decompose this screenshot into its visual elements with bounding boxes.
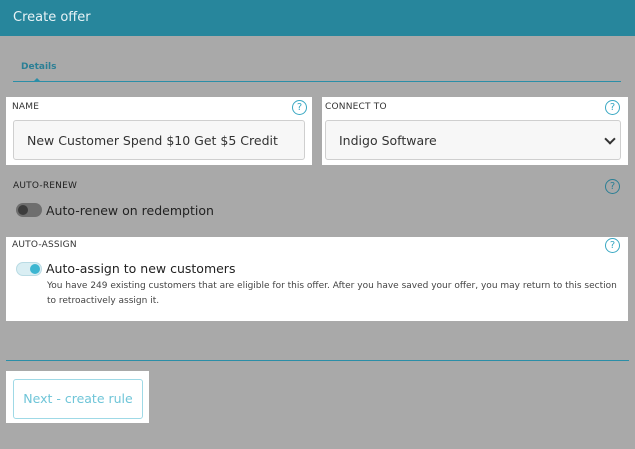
name-input-value: New Customer Spend $10 Get $5 Credit [27,133,278,148]
connect-select[interactable]: Indigo Software [325,120,621,160]
auto-renew-help-icon[interactable]: ? [605,179,620,194]
name-help-icon[interactable]: ? [292,100,307,115]
active-tab-indicator [33,78,41,82]
next-create-rule-button[interactable]: Next - create rule [13,379,143,419]
toggle-knob [30,264,40,274]
page-header: Create offer [0,0,635,36]
auto-renew-toggle[interactable] [16,203,42,217]
name-panel: NAME ? New Customer Spend $10 Get $5 Cre… [6,97,312,165]
tab-bar: Details [13,52,621,82]
toggle-knob [18,205,28,215]
auto-renew-toggle-label: Auto-renew on redemption [46,203,214,218]
name-input[interactable]: New Customer Spend $10 Get $5 Credit [13,120,305,160]
auto-assign-help-icon[interactable]: ? [605,238,620,253]
connect-panel: CONNECT TO ? Indigo Software [322,97,628,165]
auto-assign-toggle-label: Auto-assign to new customers [46,261,236,276]
connect-help-icon[interactable]: ? [605,100,620,115]
connect-label: CONNECT TO [325,102,387,112]
chevron-down-icon [604,133,616,145]
footer-divider [6,360,629,361]
page-title: Create offer [13,10,91,25]
connect-select-value: Indigo Software [339,133,437,148]
auto-assign-toggle[interactable] [16,262,42,276]
auto-assign-panel: AUTO-ASSIGN ? Auto-assign to new custome… [6,237,628,321]
auto-assign-label: AUTO-ASSIGN [12,240,77,250]
name-label: NAME [12,102,40,112]
auto-assign-note: You have 249 existing customers that are… [47,281,617,306]
tab-details[interactable]: Details [21,62,56,72]
auto-renew-label: AUTO-RENEW [13,181,78,191]
